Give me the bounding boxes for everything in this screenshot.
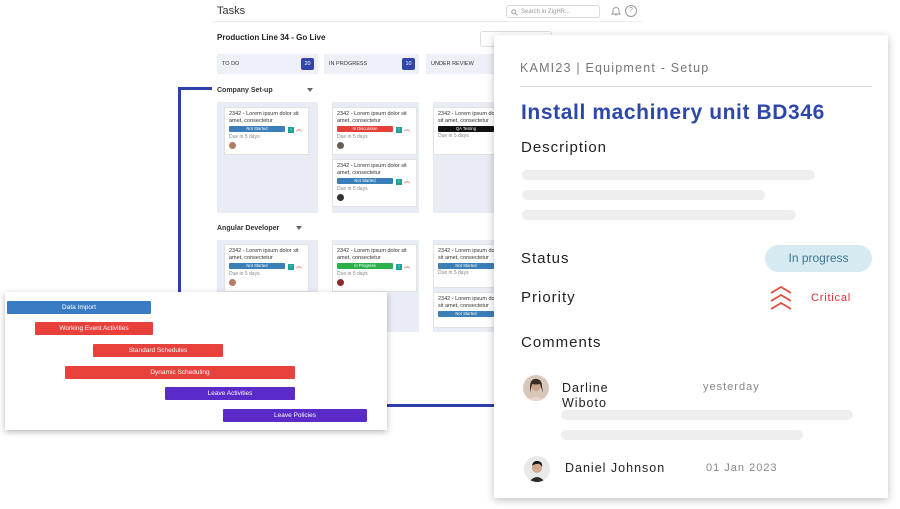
chevron-down-icon[interactable] <box>296 226 302 230</box>
comment-placeholder-line <box>561 430 803 440</box>
task-card[interactable]: 2342 - Lorem ipsum dolor sit amet, conse… <box>332 244 417 292</box>
card-description: 2342 - Lorem ipsum dolor sit amet, conse… <box>229 248 299 261</box>
column-label: TO DO <box>222 61 240 67</box>
gantt-bar[interactable]: Data Import <box>7 301 151 314</box>
gantt-bar-label: Dynamic Scheduling <box>150 369 210 376</box>
task-detail-panel: KAMI23 | Equipment - Setup Install machi… <box>494 35 888 498</box>
gantt-bar-label: Data Import <box>62 304 96 311</box>
comment-author: Darline Wiboto <box>562 381 609 410</box>
comment-placeholder-line <box>561 410 853 420</box>
help-icon[interactable]: ? <box>625 5 637 17</box>
group-label-company-setup[interactable]: Company Set-up <box>217 87 273 94</box>
gantt-bar[interactable]: Leave Policies <box>223 409 367 422</box>
status-badge: QA Testing <box>438 126 494 132</box>
due-date: Due in 5 days <box>229 270 260 277</box>
avatar <box>229 141 236 149</box>
gantt-bar-label: Leave Activities <box>207 390 253 397</box>
status-badge: Not Started <box>438 263 494 269</box>
due-date: Due in 5 days <box>337 133 368 140</box>
due-date: Due in 5 days <box>337 185 368 192</box>
description-placeholder-line <box>522 170 815 180</box>
avatar <box>524 456 550 482</box>
column-header-in-progress: IN PROGRESS 10 <box>324 54 419 74</box>
priority-label: Priority <box>521 289 576 306</box>
card-description: 2342 - Lorem ipsum dolor sit amet, conse… <box>337 111 407 124</box>
bell-icon[interactable] <box>611 6 621 16</box>
status-badge: Not Started <box>438 311 494 317</box>
gantt-bar-label: Standard Schedules <box>128 347 188 354</box>
column-header-todo: TO DO 20 <box>217 54 318 74</box>
task-card[interactable]: 2342 - Lorem ipsum dolor sit amet, conse… <box>224 107 309 155</box>
status-badge: Not Started <box>229 126 285 132</box>
connector-line <box>178 87 212 90</box>
group-label-angular-developer[interactable]: Angular Developer <box>217 225 279 232</box>
connector-line <box>387 404 495 407</box>
column-label: UNDER REVIEW <box>431 61 474 67</box>
gantt-bar[interactable]: Leave Activities <box>165 387 295 400</box>
avatar <box>229 278 236 286</box>
search-input[interactable]: Search in ZigHR... <box>506 5 600 18</box>
column-count: 10 <box>402 58 415 70</box>
column-label: IN PROGRESS <box>329 61 368 67</box>
search-icon <box>511 9 518 16</box>
gantt-bar-label: Working Event Activities <box>59 325 129 332</box>
gantt-chart: Data Import Working Event Activities Sta… <box>5 292 387 430</box>
comment-time: yesterday <box>703 381 760 393</box>
avatar <box>337 141 344 149</box>
divider <box>212 21 642 22</box>
arrow-up-icon[interactable]: ↑ <box>396 178 402 185</box>
column-count: 20 <box>301 58 314 70</box>
task-title: Install machinery unit BD346 <box>521 101 825 124</box>
comments-label: Comments <box>521 334 602 351</box>
priority-icon: ︽ <box>404 126 411 133</box>
project-title: Production Line 34 - Go Live <box>217 33 326 42</box>
arrow-up-icon[interactable]: ↑ <box>396 126 402 133</box>
chevron-down-icon[interactable] <box>307 88 313 92</box>
description-placeholder-line <box>522 190 765 200</box>
board-title: Tasks <box>217 5 246 17</box>
comment-time: 01 Jan 2023 <box>706 462 778 474</box>
priority-icon: ︽ <box>296 126 303 133</box>
breadcrumb: KAMI23 | Equipment - Setup <box>520 61 710 75</box>
gantt-bar-label: Leave Policies <box>274 412 316 419</box>
gantt-bar[interactable]: Dynamic Scheduling <box>65 366 295 379</box>
avatar <box>337 278 344 286</box>
status-badge: Not Started <box>229 263 285 269</box>
search-placeholder: Search in ZigHR... <box>521 9 571 15</box>
description-label: Description <box>521 139 608 156</box>
card-description: 2342 - Lorem ipsum dolor sit amet, conse… <box>229 111 299 124</box>
arrow-up-icon[interactable]: ↑ <box>288 263 294 270</box>
card-description: 2342 - Lorem ipsum dolor sit amet, conse… <box>337 163 407 176</box>
status-badge: In Discussion <box>337 126 393 132</box>
priority-icon: ︽ <box>404 178 411 185</box>
priority-chevrons-icon <box>770 285 792 310</box>
status-badge: Not Started <box>337 178 393 184</box>
due-date: Due in 5 days <box>337 270 368 277</box>
arrow-up-icon[interactable]: ↑ <box>396 263 402 270</box>
status-label: Status <box>521 250 570 267</box>
status-badge: In Progress <box>337 263 393 269</box>
description-placeholder-line <box>522 210 796 220</box>
task-card[interactable]: 2342 - Lorem ipsum dolor sit amet, conse… <box>332 107 417 155</box>
priority-icon: ︽ <box>296 263 303 270</box>
gantt-bar[interactable]: Standard Schedules <box>93 344 223 357</box>
task-card[interactable]: 2342 - Lorem ipsum dolor sit amet, conse… <box>332 159 417 207</box>
priority-value: Critical <box>811 292 852 304</box>
priority-icon: ︽ <box>404 263 411 270</box>
status-badge[interactable]: In progress <box>765 245 872 272</box>
connector-line <box>178 87 181 293</box>
divider <box>520 86 872 87</box>
card-description: 2342 - Lorem ipsum dolor sit amet, conse… <box>337 248 407 261</box>
task-card[interactable]: 2342 - Lorem ipsum dolor sit amet, conse… <box>224 244 309 292</box>
avatar <box>523 375 549 401</box>
arrow-up-icon[interactable]: ↑ <box>288 126 294 133</box>
avatar <box>337 193 344 201</box>
gantt-bar[interactable]: Working Event Activities <box>35 322 153 335</box>
due-date: Due in 5 days <box>229 133 260 140</box>
comment-author: Daniel Johnson <box>565 461 666 475</box>
